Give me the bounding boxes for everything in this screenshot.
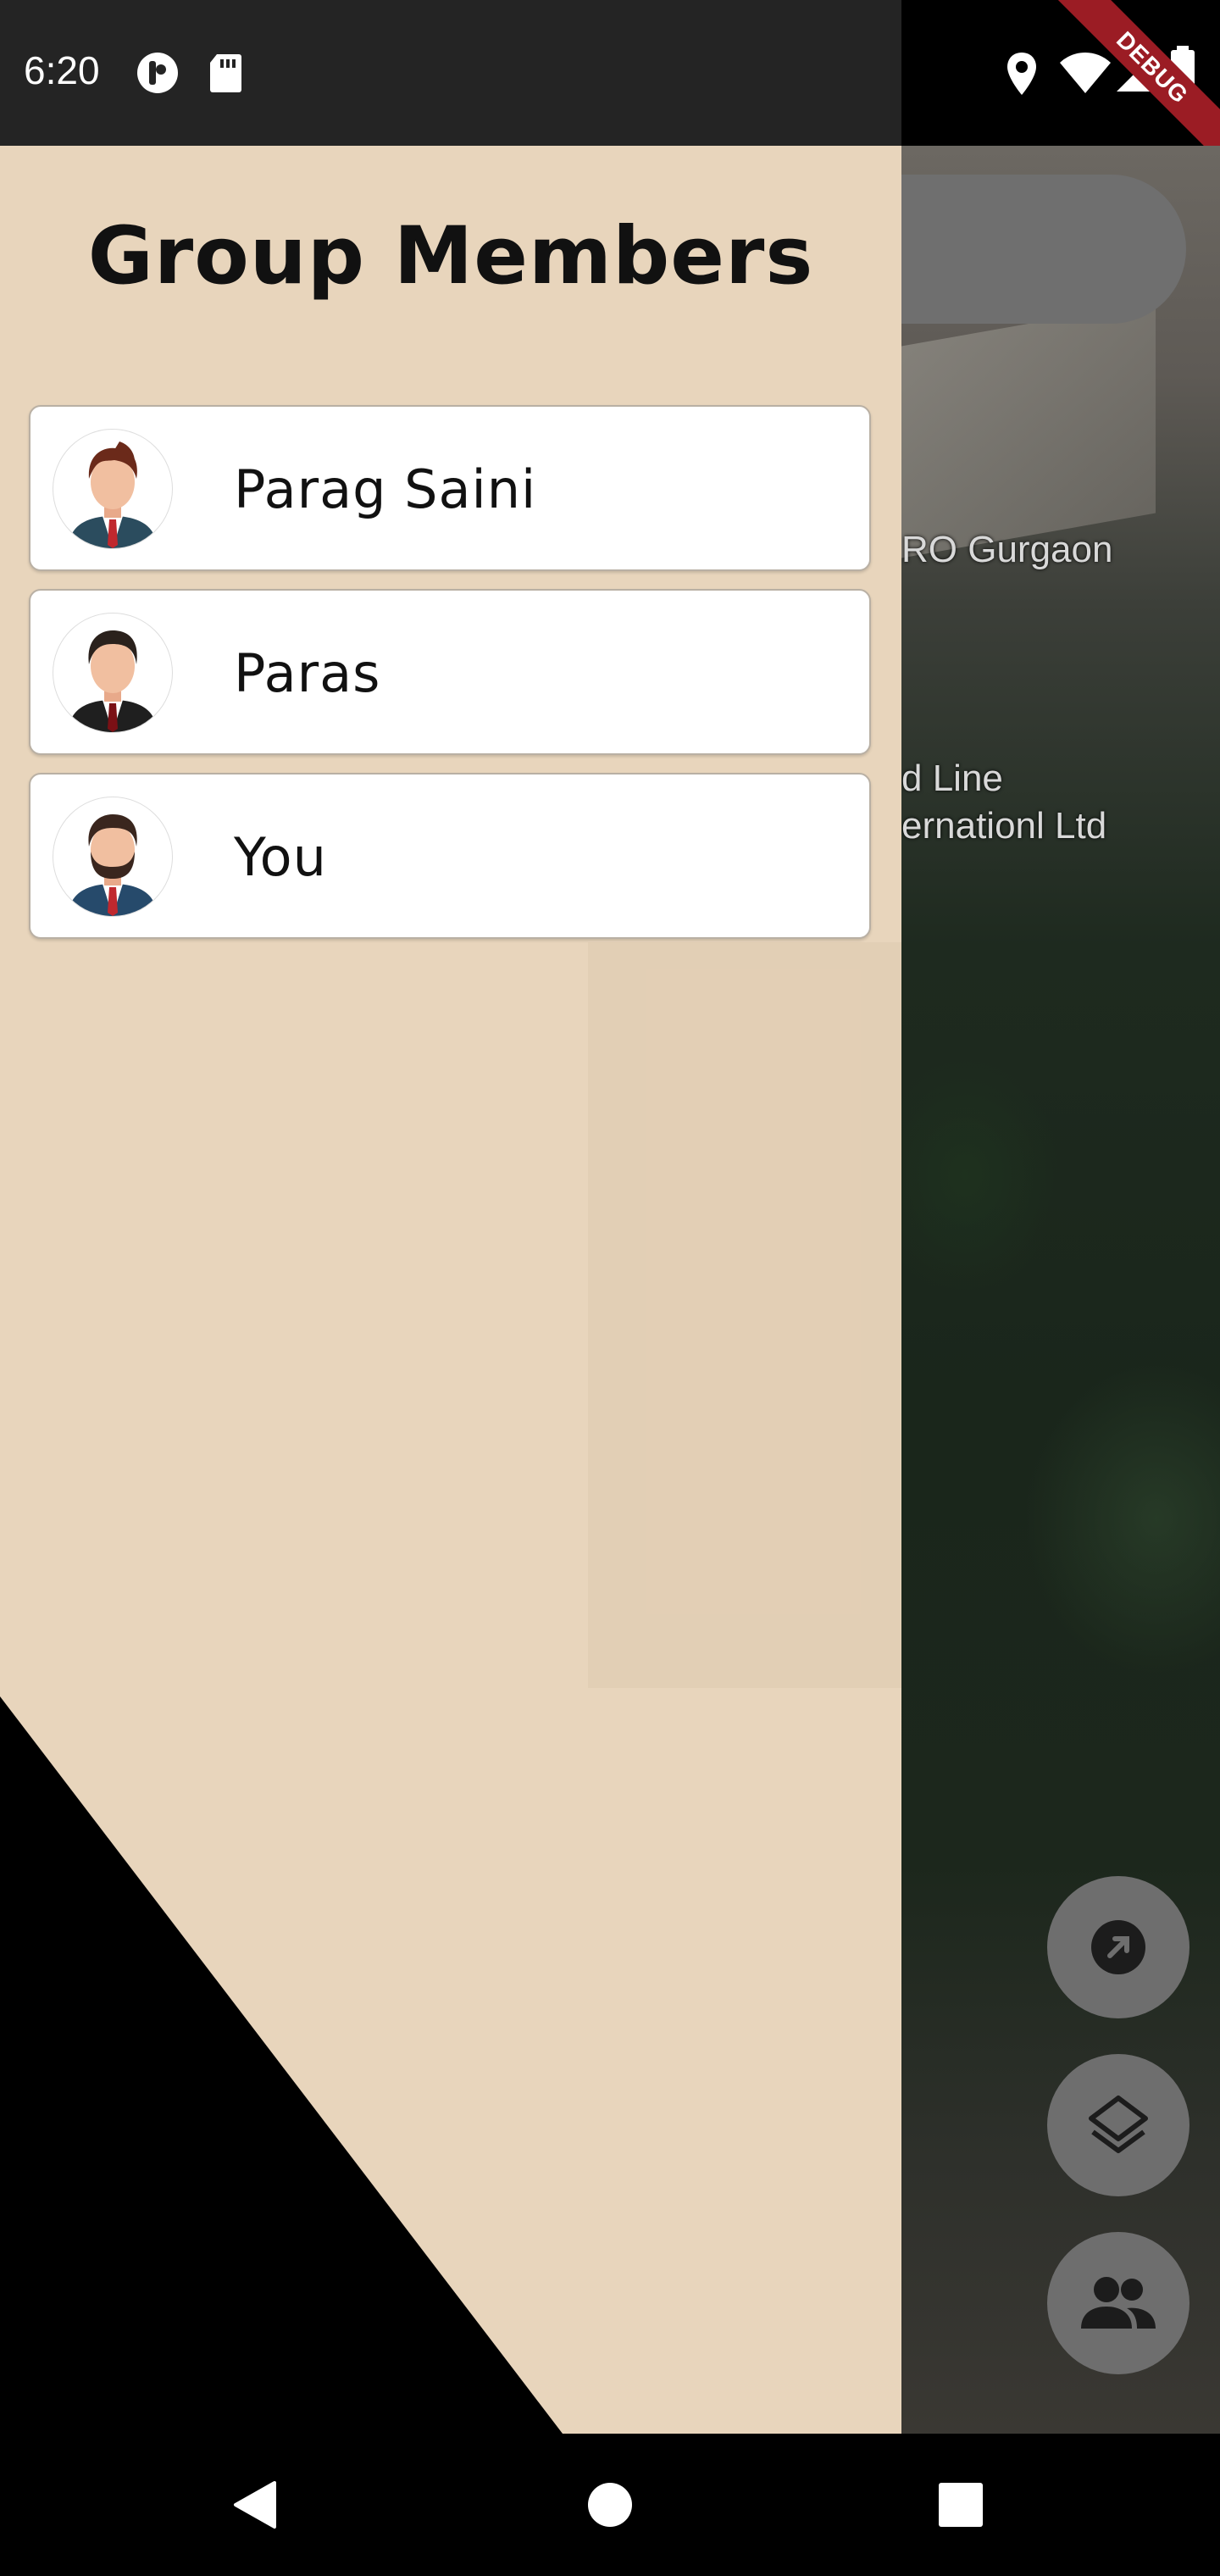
group-members-drawer: Group Members Parag Saini Paras You: [0, 146, 901, 2434]
recents-button[interactable]: [901, 2434, 1020, 2576]
navigate-fab[interactable]: [1047, 1876, 1190, 2018]
status-time: 6:20: [24, 48, 100, 92]
recents-icon: [939, 2483, 983, 2527]
avatar-beard-icon: [69, 814, 157, 916]
do-not-disturb-icon: [137, 53, 178, 93]
map-label-gurgaon: RO Gurgaon: [901, 529, 1113, 570]
drawer-title: Group Members: [87, 210, 814, 303]
avatar-black-suit-icon: [69, 630, 157, 732]
map-building: [901, 301, 1156, 558]
map-search-bar[interactable]: [881, 175, 1186, 324]
status-bar: 6:20 DEBUG: [0, 0, 1220, 171]
location-icon: [1007, 53, 1036, 95]
wifi-icon: [1060, 53, 1111, 93]
avatar: [53, 613, 173, 733]
member-name: Paras: [234, 642, 381, 704]
map-label-ltd: ernationl Ltd: [901, 805, 1107, 847]
layers-fab[interactable]: [1047, 2054, 1190, 2196]
member-name: Parag Saini: [234, 458, 537, 520]
back-button[interactable]: [195, 2434, 313, 2576]
drawer-background-shade: [588, 942, 901, 1688]
navigate-icon: [1091, 1920, 1145, 1974]
home-icon: [588, 2483, 632, 2527]
navigation-bar: [0, 2434, 1220, 2576]
sd-card-icon: [210, 54, 241, 92]
back-icon: [234, 2481, 276, 2529]
member-card[interactable]: Paras: [29, 589, 871, 755]
member-name: You: [234, 826, 327, 888]
map-label-line: d Line: [901, 758, 1003, 799]
member-card[interactable]: You: [29, 773, 871, 939]
avatar-red-tie-icon: [69, 441, 157, 548]
home-button[interactable]: [551, 2434, 669, 2576]
avatar: [53, 797, 173, 917]
group-icon: [1081, 2277, 1156, 2329]
layers-icon: [1089, 2096, 1148, 2153]
avatar: [53, 429, 173, 549]
member-card[interactable]: Parag Saini: [29, 405, 871, 571]
group-fab[interactable]: [1047, 2232, 1190, 2374]
